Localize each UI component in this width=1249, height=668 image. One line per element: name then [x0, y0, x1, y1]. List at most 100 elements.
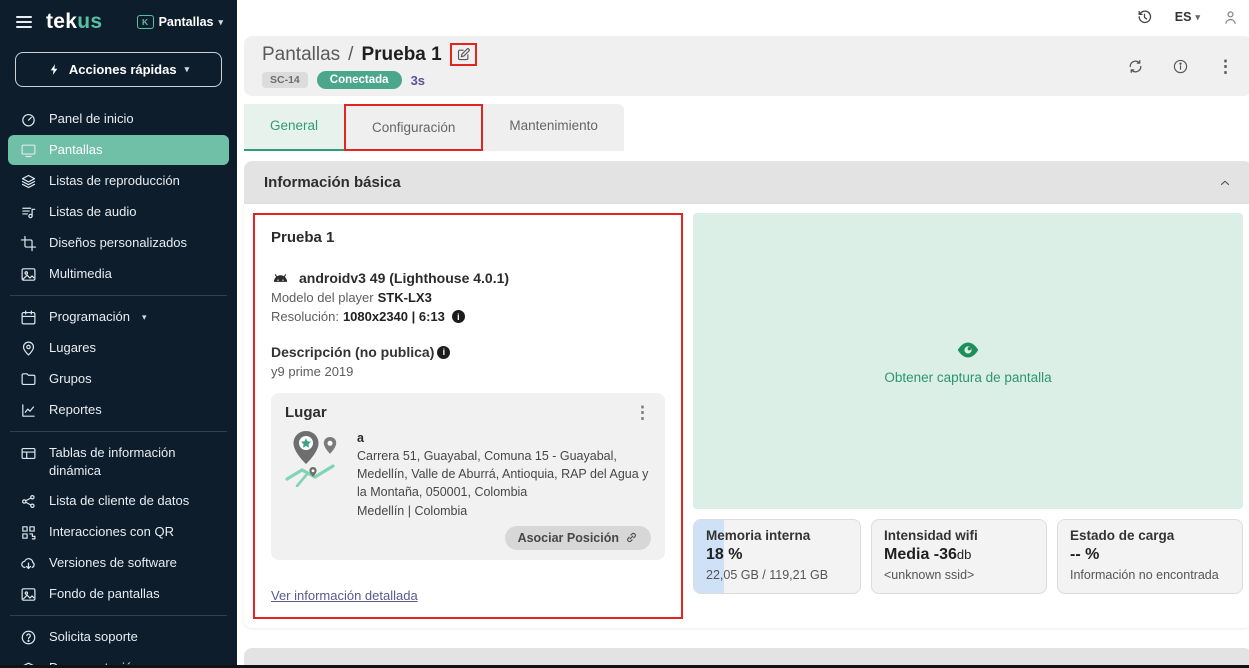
main-area: ES ▾ Pantallas / Prueba 1 — [237, 0, 1249, 668]
memory-detail: 22,05 GB / 119,21 GB — [706, 567, 848, 584]
associate-position-button[interactable]: Asociar Posición — [505, 526, 651, 550]
description-info-icon[interactable]: i — [437, 346, 450, 359]
get-screenshot-label: Obtener captura de pantalla — [884, 370, 1051, 385]
sidebar-item-label: Versiones de software — [49, 554, 177, 572]
breadcrumb-root[interactable]: Pantallas — [262, 44, 340, 66]
basic-info-header[interactable]: Información básica — [244, 161, 1249, 204]
chevron-up-icon[interactable] — [1218, 176, 1232, 190]
refresh-icon[interactable] — [1127, 58, 1144, 75]
place-options-icon[interactable]: ⋮ — [634, 404, 651, 421]
help-icon — [20, 629, 37, 646]
crop-icon — [20, 235, 37, 252]
sidebar-item-multimedia[interactable]: Multimedia — [8, 259, 229, 289]
sidebar-item-label: Fondo de pantallas — [49, 585, 160, 603]
place-content: a Carrera 51, Guayabal, Comuna 15 - Guay… — [285, 429, 651, 520]
sidebar-item-label: Lugares — [49, 339, 96, 357]
screen-code-badge: SC-14 — [262, 72, 308, 88]
sidebar-item-tablas-de-informacion-dinamica[interactable]: Tablas de información dinámica — [8, 438, 229, 485]
right-column: Obtener captura de pantalla Memoria inte… — [693, 213, 1243, 619]
sidebar-item-listas-de-reproduccion[interactable]: Listas de reproducción — [8, 166, 229, 196]
language-selector[interactable]: ES ▾ — [1175, 10, 1200, 24]
link-icon — [625, 531, 638, 544]
info-icon[interactable] — [1172, 58, 1189, 75]
sidebar-item-reportes[interactable]: Reportes — [8, 395, 229, 425]
sidebar-item-label: Reportes — [49, 401, 102, 419]
sidebar-item-lista-de-cliente-de-datos[interactable]: Lista de cliente de datos — [8, 486, 229, 516]
sidebar-item-panel-de-inicio[interactable]: Panel de inicio — [8, 104, 229, 134]
layers-icon — [20, 173, 37, 190]
eye-icon — [953, 338, 983, 362]
badge-row: SC-14 Conectada 3s — [262, 71, 477, 89]
device-info-panel: Prueba 1 androidv3 49 (Lighthouse 4.0.1)… — [253, 213, 683, 619]
sidebar-top: tekus K Pantallas ▾ — [0, 0, 237, 40]
wifi-value: Media -36db — [884, 546, 1034, 564]
hamburger-menu-icon[interactable] — [14, 14, 34, 30]
place-text: a Carrera 51, Guayabal, Comuna 15 - Guay… — [357, 429, 651, 520]
battery-title: Estado de carga — [1070, 528, 1230, 543]
tab-mantenimiento[interactable]: Mantenimiento — [483, 104, 624, 151]
wifi-ssid: <unknown ssid> — [884, 567, 1034, 584]
get-screenshot-button[interactable]: Obtener captura de pantalla — [693, 213, 1243, 509]
sidebar-item-pantallas[interactable]: Pantallas — [8, 135, 229, 165]
sidebar-divider — [10, 431, 227, 432]
description-label: Descripción (no publica) — [271, 344, 434, 360]
logo-text-2: us — [77, 10, 102, 33]
breadcrumb: Pantallas / Prueba 1 — [262, 43, 477, 66]
device-resolution-label: Resolución: — [271, 309, 339, 324]
qr-icon — [20, 524, 37, 541]
sidebar-item-listas-de-audio[interactable]: Listas de audio — [8, 197, 229, 227]
app-logo[interactable]: tekus — [46, 10, 102, 34]
tab-bar: General Configuración Mantenimiento — [244, 104, 624, 151]
stat-card-memory: Memoria interna 18 % 22,05 GB / 119,21 G… — [693, 519, 861, 594]
view-details-link[interactable]: Ver información detallada — [271, 588, 418, 603]
app-root: tekus K Pantallas ▾ Acciones rápidas ▾ P… — [0, 0, 1249, 668]
chart-icon — [20, 402, 37, 419]
chevron-down-icon: ▾ — [218, 17, 223, 28]
dataclient-icon — [20, 493, 37, 510]
device-resolution-row: Resolución: 1080x2340 | 6:13 i — [271, 309, 665, 324]
sidebar-item-interacciones-con-qr[interactable]: Interacciones con QR — [8, 517, 229, 547]
tab-configuracion[interactable]: Configuración — [344, 104, 483, 151]
logo-text-1: tek — [46, 10, 77, 33]
audiolist-icon — [20, 204, 37, 221]
sidebar-item-fondo-de-pantallas[interactable]: Fondo de pantallas — [8, 579, 229, 609]
chevron-down-icon: ▾ — [1195, 12, 1200, 23]
chevron-down-icon: ▾ — [185, 64, 190, 75]
sidebar-item-label: Solicita soporte — [49, 628, 138, 646]
resolution-info-icon[interactable]: i — [452, 310, 465, 323]
folder-icon — [20, 371, 37, 388]
sidebar-divider — [10, 295, 227, 296]
status-badge: Conectada — [317, 71, 402, 89]
language-label: ES — [1175, 10, 1192, 24]
description-value: y9 prime 2019 — [271, 364, 665, 379]
context-selector[interactable]: K Pantallas ▾ — [137, 15, 223, 29]
edit-title-button[interactable] — [450, 43, 477, 66]
device-model-row: Modelo del player STK-LX3 — [271, 290, 665, 305]
device-model-value: STK-LX3 — [378, 290, 432, 305]
sidebar-item-label: Pantallas — [49, 141, 102, 159]
sidebar-item-label: Programación — [49, 308, 130, 326]
context-selector-label: Pantallas — [159, 15, 214, 29]
sidebar-item-solicita-soporte[interactable]: Solicita soporte — [8, 622, 229, 652]
user-icon[interactable] — [1222, 9, 1239, 26]
sidebar-item-grupos[interactable]: Grupos — [8, 364, 229, 394]
tab-general[interactable]: General — [244, 104, 344, 151]
sidebar-item-versiones-de-software[interactable]: Versiones de software — [8, 548, 229, 578]
image-icon — [20, 266, 37, 283]
place-address: Carrera 51, Guayabal, Comuna 15 - Guayab… — [357, 447, 651, 501]
stat-card-battery: Estado de carga -- % Información no enco… — [1057, 519, 1243, 594]
memory-title: Memoria interna — [706, 528, 848, 543]
topbar: ES ▾ — [237, 0, 1249, 34]
more-options-icon[interactable]: ⋮ — [1217, 58, 1234, 75]
sidebar-item-lugares[interactable]: Lugares — [8, 333, 229, 363]
sidebar-item-label: Listas de audio — [49, 203, 136, 221]
sidebar-item-programacion[interactable]: Programación▾ — [8, 302, 229, 332]
quick-actions-button[interactable]: Acciones rápidas ▾ — [15, 52, 222, 87]
place-card-footer: Asociar Posición — [285, 526, 651, 550]
clouddown-icon — [20, 555, 37, 572]
lightning-icon — [48, 63, 61, 76]
history-icon[interactable] — [1136, 9, 1153, 26]
battery-detail: Información no encontrada — [1070, 567, 1230, 584]
sidebar-item-disenos-personalizados[interactable]: Diseños personalizados — [8, 228, 229, 258]
gauge-icon — [20, 111, 37, 128]
